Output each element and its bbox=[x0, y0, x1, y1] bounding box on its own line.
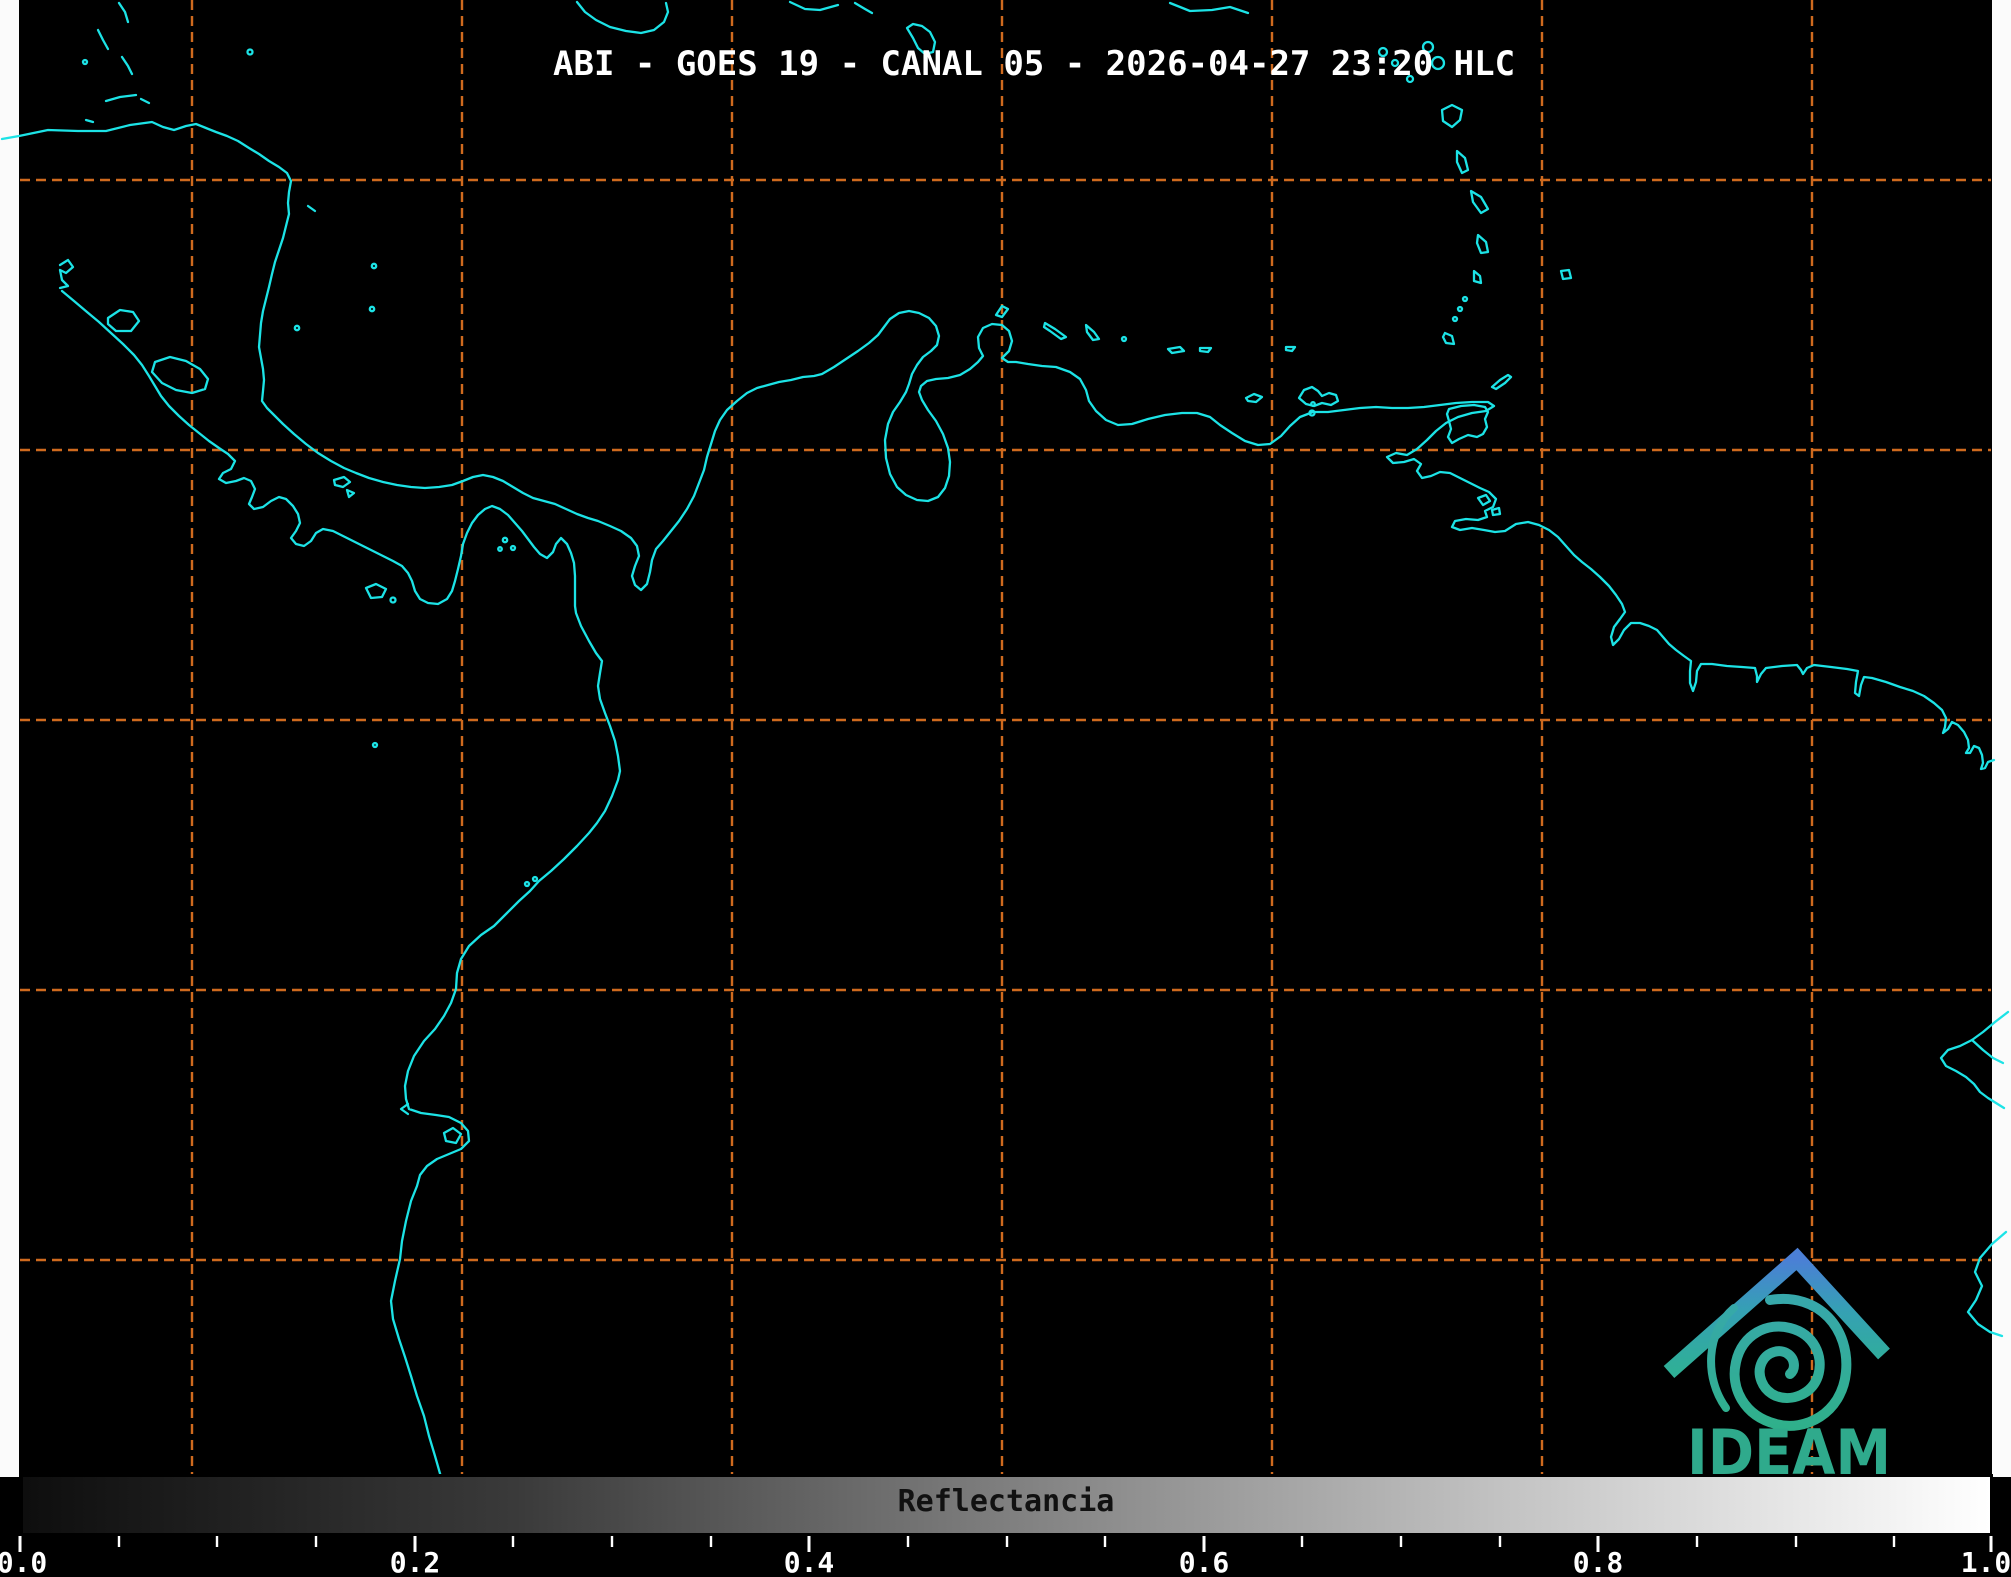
colorbar-tick-label: 1.0 bbox=[1961, 1546, 2011, 1577]
no-data-strip-left bbox=[0, 0, 19, 1477]
satellite-map: IDEAM bbox=[0, 0, 2011, 1477]
colorbar-tick-label: 0.6 bbox=[1179, 1546, 1230, 1577]
map-background bbox=[0, 0, 2011, 1477]
colorbar-tick-label: 0.2 bbox=[390, 1546, 441, 1577]
colorbar-ticks bbox=[0, 1536, 2011, 1554]
colorbar-tick-label: 0.8 bbox=[1573, 1546, 1624, 1577]
colorbar-tick-label: 0.0 bbox=[0, 1546, 47, 1577]
logo-wordmark: IDEAM bbox=[1687, 1416, 1891, 1477]
colorbar-title: Reflectancia bbox=[898, 1484, 1115, 1519]
satellite-image-viewport: IDEAM ABI - GOES 19 - CANAL 05 - 2026-04… bbox=[0, 0, 2011, 1577]
no-data-strip-right bbox=[1992, 0, 2011, 1477]
image-title: ABI - GOES 19 - CANAL 05 - 2026-04-27 23… bbox=[553, 44, 1515, 84]
colorbar-tick-label: 0.4 bbox=[784, 1546, 835, 1577]
